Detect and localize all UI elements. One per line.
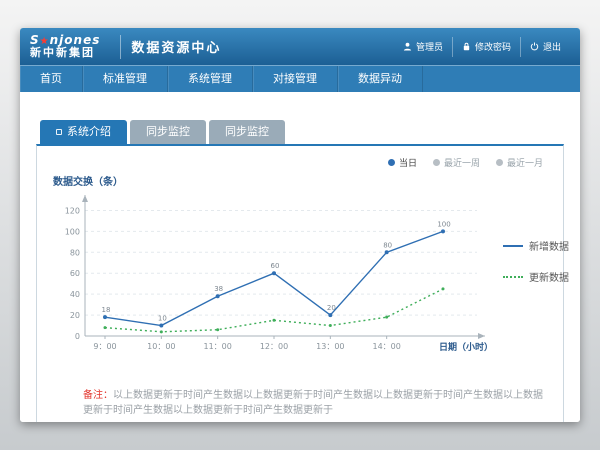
svg-text:14：00: 14：00 — [372, 342, 400, 351]
svg-text:11：00: 11：00 — [203, 342, 231, 351]
legend-new-data-label: 新增数据 — [529, 238, 569, 253]
desktop-background: S★njones 新中新集团 数据资源中心 管理员 修改密码 — [0, 0, 600, 450]
svg-text:100: 100 — [437, 220, 450, 228]
filter-last-month[interactable]: 最近一月 — [496, 156, 543, 169]
svg-text:40: 40 — [70, 290, 80, 299]
svg-text:60: 60 — [271, 262, 280, 270]
legend-updated-data[interactable]: 更新数据 — [503, 269, 569, 284]
filter-today[interactable]: 当日 — [388, 156, 417, 169]
nav-item-system-management[interactable]: 系统管理 — [168, 66, 253, 92]
logout-label: 退出 — [543, 40, 561, 53]
tab-sync-monitor-2[interactable]: 同步监控 — [209, 120, 285, 144]
svg-text:18: 18 — [102, 306, 111, 314]
chart-panel: 当日 最近一周 最近一月 数据交换（条） 0 20 40 60 80 100 120 9：00… — [36, 144, 564, 422]
change-password-label: 修改密码 — [475, 40, 511, 53]
legend-updated-data-line-icon — [503, 276, 523, 278]
svg-text:120: 120 — [65, 206, 80, 215]
svg-text:9：00: 9：00 — [93, 342, 116, 351]
filter-last-month-dot-icon — [496, 159, 503, 166]
svg-text:38: 38 — [214, 285, 223, 293]
legend-new-data[interactable]: 新增数据 — [503, 238, 569, 253]
tab-icon — [56, 129, 62, 135]
footnote: 备注：以上数据更新于时间产生数据以上数据更新于时间产生数据以上数据更新于时间产生… — [51, 388, 549, 418]
nav-item-data-change[interactable]: 数据异动 — [338, 66, 423, 92]
main-navigation: 首页 标准管理 系统管理 对接管理 数据异动 — [20, 65, 580, 92]
svg-text:20: 20 — [70, 311, 80, 320]
tab-system-intro-label: 系统介绍 — [67, 120, 111, 144]
filter-last-week[interactable]: 最近一周 — [433, 156, 480, 169]
nav-item-standard-management[interactable]: 标准管理 — [83, 66, 168, 92]
logout-button[interactable]: 退出 — [520, 37, 570, 57]
filter-today-label: 当日 — [399, 156, 417, 169]
nav-item-connection-management[interactable]: 对接管理 — [253, 66, 338, 92]
top-header-bar: S★njones 新中新集团 数据资源中心 管理员 修改密码 — [20, 28, 580, 65]
svg-text:100: 100 — [65, 227, 80, 236]
svg-text:80: 80 — [383, 241, 392, 249]
user-toolbar: 管理员 修改密码 退出 — [394, 37, 570, 57]
svg-text:20: 20 — [327, 304, 336, 312]
synjones-logo: S★njones 新中新集团 — [30, 34, 100, 59]
svg-text:10: 10 — [158, 315, 167, 323]
user-icon — [403, 42, 412, 51]
admin-user-label: 管理员 — [416, 40, 443, 53]
header-divider — [120, 35, 121, 59]
legend-new-data-line-icon — [503, 245, 523, 247]
filter-last-month-label: 最近一月 — [507, 156, 543, 169]
filter-last-week-label: 最近一周 — [444, 156, 480, 169]
legend-updated-data-label: 更新数据 — [529, 269, 569, 284]
svg-text:0: 0 — [75, 332, 80, 341]
svg-text:80: 80 — [70, 248, 80, 257]
app-window: S★njones 新中新集团 数据资源中心 管理员 修改密码 — [20, 28, 580, 422]
filter-last-week-dot-icon — [433, 159, 440, 166]
content-area: 系统介绍 同步监控 同步监控 当日 最近一周 — [20, 92, 580, 422]
logo-company-name: 新中新集团 — [30, 47, 100, 59]
tab-sync-monitor-1[interactable]: 同步监控 — [130, 120, 206, 144]
tab-sync-monitor-1-label: 同步监控 — [146, 120, 190, 144]
time-range-filters: 当日 最近一周 最近一月 — [51, 156, 549, 169]
lock-icon — [462, 42, 471, 51]
chart-row: 0 20 40 60 80 100 120 9：00 10：00 11：00 12：00 13：00 1… — [51, 190, 549, 366]
tab-system-intro[interactable]: 系统介绍 — [40, 120, 127, 144]
power-icon — [530, 42, 539, 51]
change-password-button[interactable]: 修改密码 — [452, 37, 520, 57]
svg-text:12：00: 12：00 — [260, 342, 288, 351]
tab-sync-monitor-2-label: 同步监控 — [225, 120, 269, 144]
svg-text:13：00: 13：00 — [316, 342, 344, 351]
chart-y-axis-title: 数据交换（条） — [53, 173, 549, 188]
filter-today-dot-icon — [388, 159, 395, 166]
tab-bar: 系统介绍 同步监控 同步监控 — [36, 120, 564, 144]
series-legend: 新增数据 更新数据 — [503, 238, 569, 284]
footnote-text: 以上数据更新于时间产生数据以上数据更新于时间产生数据以上数据更新于时间产生数据以… — [83, 390, 543, 416]
line-chart: 0 20 40 60 80 100 120 9：00 10：00 11：00 12：00 13：00 1… — [51, 190, 497, 366]
footnote-label: 备注： — [83, 390, 113, 401]
admin-user-button[interactable]: 管理员 — [394, 37, 452, 57]
svg-text:60: 60 — [70, 269, 80, 278]
svg-text:日期（小时）: 日期（小时） — [439, 341, 493, 353]
nav-item-home[interactable]: 首页 — [20, 66, 83, 92]
app-title: 数据资源中心 — [131, 37, 221, 56]
svg-text:10：00: 10：00 — [147, 342, 175, 351]
